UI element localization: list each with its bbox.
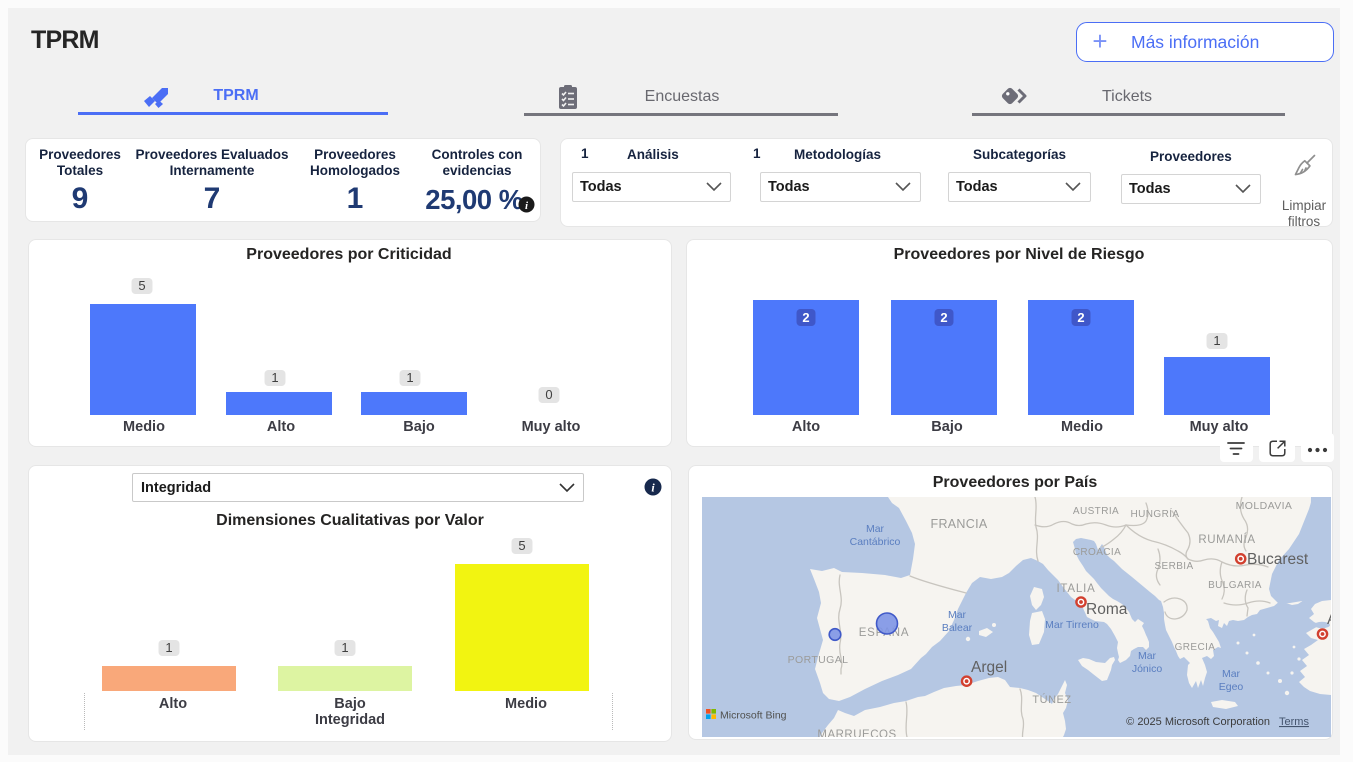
- svg-text:MARRUECOS: MARRUECOS: [817, 729, 896, 737]
- svg-text:GRECIA: GRECIA: [1175, 642, 1216, 653]
- svg-text:BULGARIA: BULGARIA: [1208, 580, 1262, 591]
- svg-text:CROACIA: CROACIA: [1073, 547, 1121, 558]
- svg-text:Mar: Mar: [866, 523, 885, 535]
- svg-text:Cantábrico: Cantábrico: [850, 536, 901, 548]
- svg-text:Egeo: Egeo: [1219, 681, 1244, 693]
- svg-text:HUNGRÍA: HUNGRÍA: [1131, 507, 1180, 520]
- svg-text:TÚNEZ: TÚNEZ: [1032, 693, 1071, 706]
- svg-text:Roma: Roma: [1086, 601, 1128, 618]
- svg-text:Balear: Balear: [942, 622, 973, 634]
- svg-text:SERBIA: SERBIA: [1154, 561, 1193, 572]
- svg-text:RUMANÍA: RUMANÍA: [1198, 533, 1255, 546]
- svg-text:ITALIA: ITALIA: [1056, 583, 1095, 595]
- svg-text:Terms: Terms: [1279, 716, 1309, 728]
- svg-text:Bucarest: Bucarest: [1247, 551, 1309, 568]
- svg-text:Mar Tirreno: Mar Tirreno: [1045, 619, 1099, 631]
- svg-text:MOLDAVIA: MOLDAVIA: [1236, 500, 1293, 512]
- svg-text:© 2025 Microsoft Corporation: © 2025 Microsoft Corporation: [1126, 716, 1270, 728]
- svg-text:Mar: Mar: [948, 609, 967, 621]
- svg-text:Argel: Argel: [971, 659, 1007, 676]
- svg-text:Mar: Mar: [1138, 650, 1157, 662]
- svg-text:AUSTRIA: AUSTRIA: [1073, 506, 1119, 517]
- svg-text:Mar: Mar: [1222, 668, 1241, 680]
- svg-text:Jónico: Jónico: [1132, 663, 1163, 675]
- svg-text:FRANCIA: FRANCIA: [931, 517, 988, 531]
- svg-text:PORTUGAL: PORTUGAL: [788, 654, 849, 666]
- svg-text:A: A: [1327, 611, 1331, 628]
- svg-text:Microsoft Bing: Microsoft Bing: [720, 710, 787, 722]
